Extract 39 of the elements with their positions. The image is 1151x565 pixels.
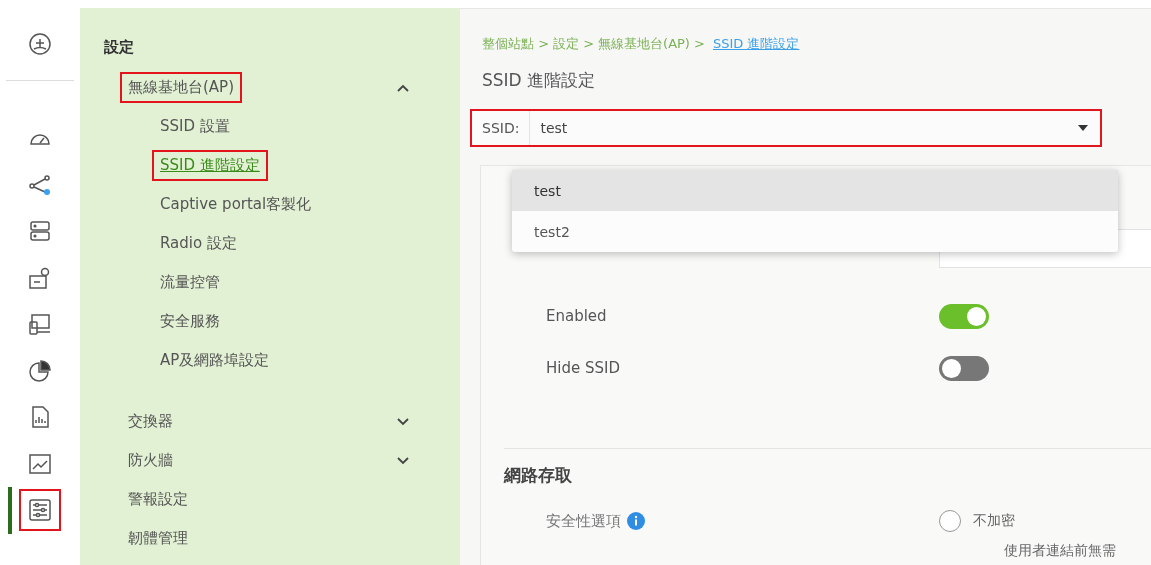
pie-icon [28,358,52,383]
toggle-switch[interactable] [939,303,989,329]
nav-sub-item[interactable]: Radio 設定 [152,228,245,259]
field-label: 安全性選項 [546,511,621,531]
nav-group-item[interactable]: 警報設定 [120,484,196,515]
info-icon[interactable] [627,512,645,530]
nav-sub-item[interactable]: SSID 設置 [152,111,238,142]
toggle-switch[interactable] [939,355,989,381]
nav-section-title: 設定 [104,38,135,58]
dropdown-option[interactable]: test2 [512,211,1118,252]
nav-sub-item[interactable]: 安全服務 [152,306,228,337]
section-title: 網路存取 [504,464,573,487]
nav-group-item[interactable]: 韌體管理 [120,523,196,554]
chevron-icon[interactable] [396,455,410,466]
location-icon [28,265,52,290]
nav-sub-item[interactable]: Captive portal客製化 [152,189,320,220]
radio-button[interactable] [939,510,961,532]
page-title: SSID 進階設定 [481,69,597,92]
devices-icon [28,312,52,337]
toggle-label: Hide SSID [545,359,621,377]
topology-icon [28,172,52,197]
logo-icon [28,32,52,56]
nav-group-item[interactable]: 防火牆 [120,445,181,476]
server-icon [28,219,52,244]
nav-sub-item[interactable]: AP及網路埠設定 [152,345,278,376]
nav-sub-item[interactable]: SSID 進階設定 [152,150,268,181]
toggle-label: Enabled [545,307,608,325]
ssid-select[interactable]: SSID: test [470,109,1102,147]
help-text: 使用者連結前無需 [1004,542,1116,558]
chevron-icon[interactable] [396,82,410,93]
chart-icon [28,451,52,476]
radio-label: 不加密 [973,512,1015,530]
nav-group-item[interactable]: 交換器 [120,406,181,437]
caret-icon [1078,125,1088,131]
nav-sub-item[interactable]: 流量控管 [152,267,228,298]
sliders-icon [28,498,52,523]
chevron-icon[interactable] [396,416,410,427]
nav-group-item[interactable]: 無線基地台(AP) [120,72,242,103]
dropdown-option[interactable]: test [512,170,1118,211]
